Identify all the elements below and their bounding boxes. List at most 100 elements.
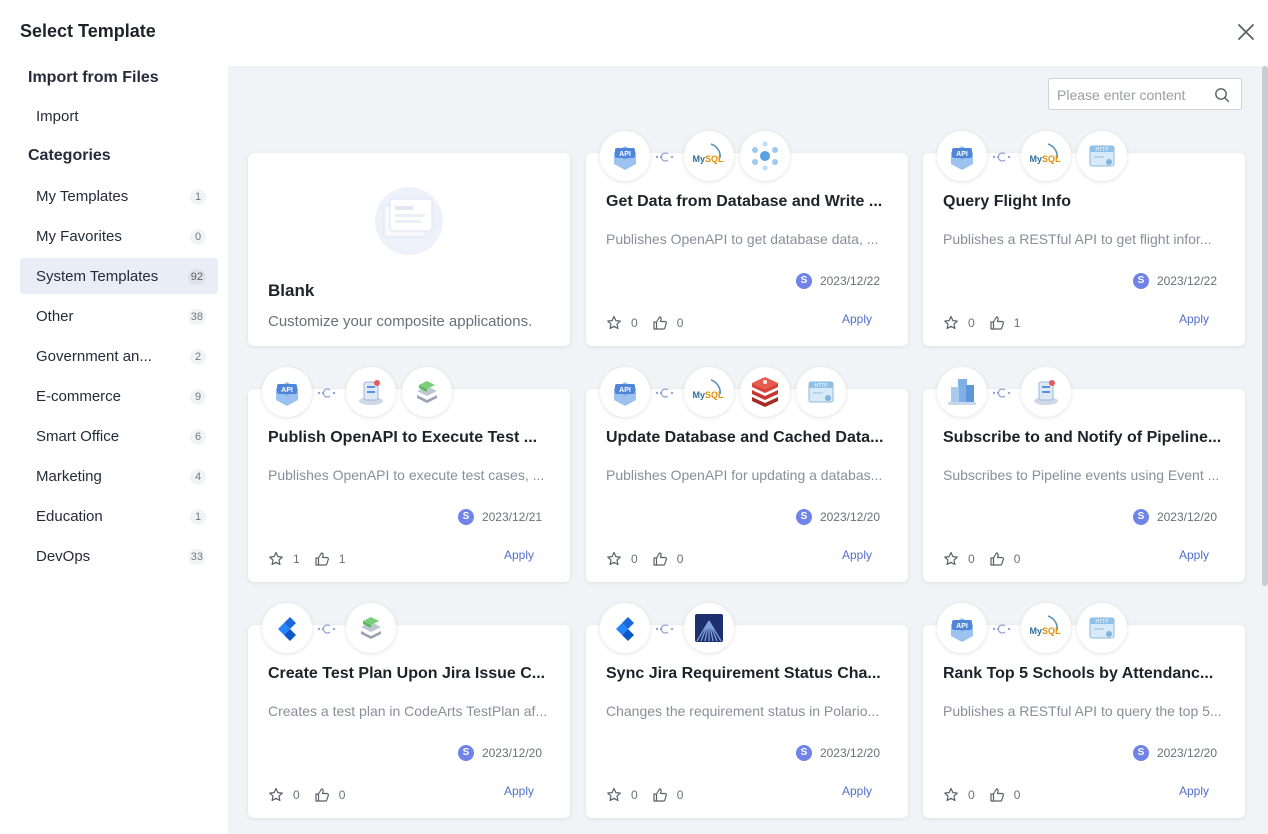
template-card-blank[interactable]: Blank Customize your composite applicati… — [248, 153, 570, 346]
card-date: 2023/12/20 — [481, 746, 542, 760]
avatar: S — [457, 745, 474, 761]
favorite-count: 0 — [631, 316, 638, 330]
sidebar-item-e-commerce[interactable]: E-commerce 9 — [20, 378, 218, 414]
card-stats: 00 — [606, 551, 697, 567]
card-description: Publishes OpenAPI for updating a databas… — [606, 467, 883, 483]
like-icon[interactable] — [314, 787, 330, 803]
apply-button[interactable]: Apply — [842, 312, 872, 326]
sidebar-item-other[interactable]: Other 38 — [20, 298, 218, 334]
card-title: Rank Top 5 Schools by Attendanc... — [943, 665, 1214, 682]
sidebar-item-label: DevOps — [36, 548, 91, 565]
template-card[interactable]: API MySQL HTTP Query Flight Info Publishes a… — [923, 131, 1245, 346]
favorite-count: 0 — [293, 788, 300, 802]
like-icon[interactable] — [652, 787, 668, 803]
search-box — [1048, 78, 1242, 110]
svg-text:API: API — [619, 151, 631, 158]
apply-button[interactable]: Apply — [1179, 312, 1209, 326]
like-count: 0 — [676, 788, 684, 802]
sidebar-item-system-templates[interactable]: System Templates 92 — [20, 258, 218, 294]
card-date: 2023/12/20 — [1156, 510, 1217, 524]
sidebar-item-education[interactable]: Education 1 — [20, 498, 218, 534]
like-icon[interactable] — [989, 551, 1005, 567]
card-meta: S 2023/12/22 — [795, 273, 880, 289]
testcase-icon — [1021, 367, 1071, 417]
sidebar-item-smart-office[interactable]: Smart Office 6 — [20, 418, 218, 454]
jira-icon — [262, 603, 312, 653]
sidebar-item-my-templates[interactable]: My Templates 1 — [20, 178, 218, 214]
sidebar-item-government-an[interactable]: Government an... 2 — [20, 338, 218, 374]
sidebar-item-label: System Templates — [36, 268, 159, 285]
connector-flow: API — [262, 367, 562, 419]
template-card[interactable]: API MySQL Get Data from Database and Write… — [586, 131, 908, 346]
sidebar-item-import[interactable]: Import — [20, 98, 218, 134]
like-count: 1 — [1013, 316, 1021, 330]
svg-text:MySQL: MySQL — [692, 154, 724, 164]
count-badge: 6 — [190, 429, 206, 445]
card-description: Publishes OpenAPI to execute test cases,… — [268, 467, 545, 483]
template-gallery: Blank Customize your composite applicati… — [228, 66, 1268, 834]
molecule-icon — [740, 131, 790, 181]
sidebar-item-label: Government an... — [36, 348, 152, 365]
card-stats: 01 — [943, 315, 1034, 331]
favorite-icon[interactable] — [943, 551, 959, 567]
favorite-icon[interactable] — [606, 787, 622, 803]
favorite-count: 0 — [968, 788, 975, 802]
card-description: Changes the requirement status in Polari… — [606, 703, 880, 719]
card-stats: 11 — [268, 551, 359, 567]
scrollbar[interactable] — [1262, 66, 1268, 586]
count-badge: 1 — [190, 189, 206, 205]
card-title: Query Flight Info — [943, 193, 1071, 210]
apply-button[interactable]: Apply — [504, 784, 534, 798]
favorite-icon[interactable] — [268, 787, 284, 803]
favorite-icon[interactable] — [606, 551, 622, 567]
sidebar-item-my-favorites[interactable]: My Favorites 0 — [20, 218, 218, 254]
template-card[interactable]: Create Test Plan Upon Jira Issue C... Cre… — [248, 603, 570, 818]
favorite-icon[interactable] — [943, 315, 959, 331]
template-card[interactable]: Subscribe to and Notify of Pipeline... Su… — [923, 367, 1245, 582]
favorite-count: 0 — [631, 788, 638, 802]
apply-button[interactable]: Apply — [842, 548, 872, 562]
card-description: Publishes OpenAPI to get database data, … — [606, 231, 879, 247]
template-card[interactable]: API MySQL HTTP Update Database and Cached D… — [586, 367, 908, 582]
api-icon: API — [937, 603, 987, 653]
like-icon[interactable] — [989, 315, 1005, 331]
like-icon[interactable] — [652, 551, 668, 567]
svg-text:HTTP: HTTP — [1095, 147, 1109, 153]
search-icon[interactable] — [1214, 87, 1230, 103]
template-card[interactable]: Sync Jira Requirement Status Cha... Chang… — [586, 603, 908, 818]
like-count: 0 — [1013, 552, 1021, 566]
like-count: 0 — [338, 788, 346, 802]
card-title: Update Database and Cached Data... — [606, 429, 884, 446]
apply-button[interactable]: Apply — [1179, 784, 1209, 798]
like-icon[interactable] — [989, 787, 1005, 803]
connector-flow: API MySQL HTTP — [937, 603, 1237, 655]
sidebar-item-marketing[interactable]: Marketing 4 — [20, 458, 218, 494]
favorite-icon[interactable] — [943, 787, 959, 803]
template-card[interactable]: API MySQL HTTP Rank Top 5 Schools by Attend… — [923, 603, 1245, 818]
count-badge: 4 — [190, 469, 206, 485]
mysql-icon: MySQL — [1021, 131, 1071, 181]
apply-button[interactable]: Apply — [1179, 548, 1209, 562]
like-icon[interactable] — [652, 315, 668, 331]
flow-connector-icon — [654, 150, 676, 162]
card-date: 2023/12/20 — [819, 746, 880, 760]
template-card[interactable]: API Publish OpenAPI to Execute Test ... Pu… — [248, 367, 570, 582]
favorite-icon[interactable] — [606, 315, 622, 331]
sidebar-item-devops[interactable]: DevOps 33 — [20, 538, 218, 574]
svg-text:API: API — [956, 151, 968, 158]
apply-button[interactable]: Apply — [842, 784, 872, 798]
card-meta: S 2023/12/20 — [1132, 745, 1217, 761]
apply-button[interactable]: Apply — [504, 548, 534, 562]
connector-flow: API MySQL HTTP — [600, 367, 900, 419]
like-icon[interactable] — [314, 551, 330, 567]
close-button[interactable] — [1235, 21, 1257, 43]
card-meta: S 2023/12/20 — [795, 745, 880, 761]
search-input[interactable] — [1057, 85, 1207, 105]
layers-icon — [402, 367, 452, 417]
favorite-icon[interactable] — [268, 551, 284, 567]
favorite-count: 0 — [631, 552, 638, 566]
avatar: S — [1132, 509, 1149, 525]
avatar: S — [795, 509, 812, 525]
like-count: 0 — [1013, 788, 1021, 802]
count-badge: 33 — [187, 549, 206, 565]
